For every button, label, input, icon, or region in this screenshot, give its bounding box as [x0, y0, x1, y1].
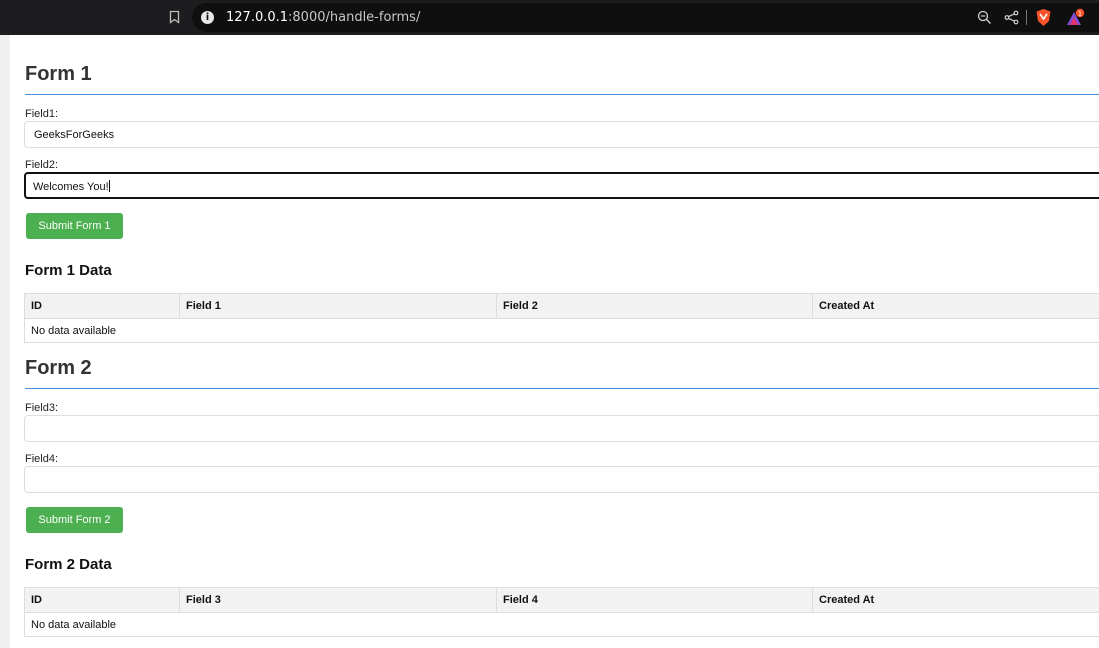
table-row: No data available	[24, 612, 1099, 637]
field1-input[interactable]: GeeksForGeeks	[24, 121, 1099, 148]
table-row: No data available	[24, 318, 1099, 343]
field3-input[interactable]	[24, 415, 1099, 442]
field1-label: Field1:	[25, 108, 59, 120]
column-header-created-at: Created At	[812, 587, 1099, 613]
form2-data-table: ID Field 3 Field 4 Created At No data av…	[24, 587, 1099, 637]
field4-input[interactable]	[24, 466, 1099, 493]
form1-data-table: ID Field 1 Field 2 Created At No data av…	[24, 293, 1099, 343]
zoom-out-icon[interactable]	[977, 10, 992, 25]
rewards-badge-count: 1	[1078, 9, 1082, 17]
page-content: Form 1 Field1: GeeksForGeeks Field2: Wel…	[10, 35, 1099, 648]
url-path: :8000/handle-forms/	[288, 10, 421, 25]
field2-input[interactable]: Welcomes You!	[24, 172, 1099, 199]
column-header-created-at: Created At	[812, 293, 1099, 319]
table-header-row: ID Field 3 Field 4 Created At	[24, 587, 1099, 613]
form1-rule	[25, 94, 1099, 95]
column-header-id: ID	[24, 293, 180, 319]
bookmark-icon[interactable]	[169, 10, 180, 24]
field2-label: Field2:	[25, 159, 59, 171]
column-header-field4: Field 4	[496, 587, 813, 613]
brave-shields-icon[interactable]	[1035, 8, 1052, 27]
browser-toolbar: i 127.0.0.1:8000/handle-forms/ 1	[0, 0, 1099, 35]
site-info-icon[interactable]: i	[201, 11, 214, 24]
field2-value: Welcomes You!	[33, 181, 109, 193]
form1-title: Form 1	[25, 63, 92, 85]
form2-title: Form 2	[25, 357, 92, 379]
table-header-row: ID Field 1 Field 2 Created At	[24, 293, 1099, 319]
url-text[interactable]: 127.0.0.1:8000/handle-forms/	[226, 10, 420, 25]
form2-data-title: Form 2 Data	[25, 556, 112, 573]
brave-rewards-icon[interactable]: 1	[1066, 8, 1085, 27]
form1-data-title: Form 1 Data	[25, 262, 112, 279]
column-header-id: ID	[24, 587, 180, 613]
column-header-field1: Field 1	[179, 293, 497, 319]
column-header-field2: Field 2	[496, 293, 813, 319]
empty-message: No data available	[24, 318, 1099, 343]
field4-label: Field4:	[25, 453, 59, 465]
share-icon[interactable]	[1004, 10, 1019, 25]
column-header-field3: Field 3	[179, 587, 497, 613]
empty-message: No data available	[24, 612, 1099, 637]
submit-form2-button[interactable]: Submit Form 2	[26, 507, 123, 533]
url-host: 127.0.0.1	[226, 10, 289, 25]
toolbar-divider	[1026, 10, 1027, 25]
text-caret	[108, 180, 110, 192]
form2-rule	[25, 388, 1099, 389]
field3-label: Field3:	[25, 402, 59, 414]
field1-value: GeeksForGeeks	[34, 129, 115, 141]
submit-form1-button[interactable]: Submit Form 1	[26, 213, 123, 239]
address-bar[interactable]: i 127.0.0.1:8000/handle-forms/ 1	[192, 3, 1099, 32]
